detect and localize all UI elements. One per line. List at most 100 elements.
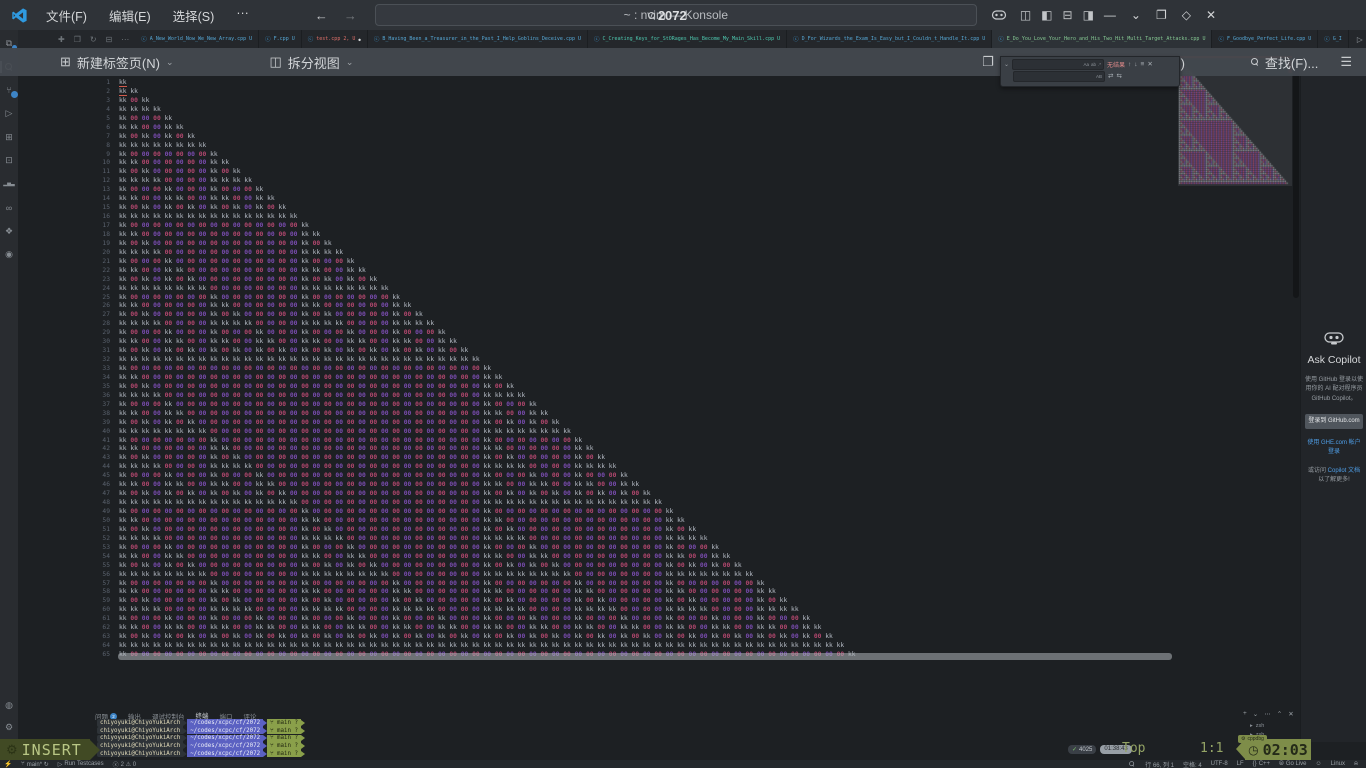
ghe-signin-link[interactable]: 使用 GHE.com 帐户登录 <box>1305 439 1363 457</box>
editor-tab[interactable]: ⓒF.cppU <box>259 30 302 48</box>
terminal-list-item[interactable]: ▸zsh <box>1250 721 1294 730</box>
refresh-icon[interactable]: ↻ <box>90 35 97 44</box>
toggle-panel-icon[interactable]: ⊟ <box>1063 8 1073 22</box>
new-terminal-icon[interactable]: + <box>1243 710 1247 718</box>
go-live[interactable]: ⦾Go Live <box>1279 761 1307 768</box>
minimize-button[interactable]: — <box>1104 8 1116 22</box>
line-number: 56 <box>86 571 110 580</box>
language-mode[interactable]: {}C++ <box>1253 761 1270 767</box>
prev-match-icon[interactable]: ↑ <box>1128 61 1131 68</box>
token: 00 <box>313 508 321 515</box>
token: kk <box>256 338 264 345</box>
token: kk <box>142 428 150 435</box>
maximize-panel-icon[interactable]: ⌃ <box>1277 710 1282 718</box>
run-file-icon[interactable]: ▷ <box>1357 35 1363 44</box>
match-case-icon[interactable]: Aa <box>1083 62 1089 67</box>
token: kk <box>484 490 492 497</box>
encoding[interactable]: UTF-8 <box>1211 761 1228 767</box>
vertical-scrollbar[interactable] <box>1293 58 1299 298</box>
github-icon[interactable]: ◉ <box>3 249 15 261</box>
chevron-down-icon[interactable]: ⌄ <box>1253 710 1258 718</box>
menu-item[interactable]: 编辑(E) <box>109 6 151 25</box>
tab-label: A_New_World_Now_We_New_Array.cpp <box>150 36 246 42</box>
search-indicator[interactable] <box>1128 760 1136 768</box>
copilot-icon[interactable] <box>991 7 1007 23</box>
horizontal-scrollbar[interactable] <box>118 653 1172 660</box>
replace-input[interactable]: AB <box>1013 71 1105 82</box>
copilot-docs-link[interactable]: Copilot 文档 <box>1328 468 1360 474</box>
toggle-primary-sidebar-icon[interactable]: ◧ <box>1041 8 1052 22</box>
pin-button[interactable]: ◇ <box>1182 8 1191 22</box>
editor-tab[interactable]: ⓒB_Having_Been_a_Treasurer_in_the_Past_I… <box>368 30 588 48</box>
new-tab-button[interactable]: ⊞ 新建标签页(N) ⌄ <box>60 53 174 72</box>
command-center[interactable]: ~ : nvim — Konsole 2072 <box>375 4 977 26</box>
editor-tab[interactable]: ⓒA_New_World_Now_We_New_Array.cppU <box>135 30 259 48</box>
token: kk <box>575 481 583 488</box>
nav-forward-button[interactable]: → <box>344 8 357 23</box>
collapse-icon[interactable]: ⊟ <box>106 35 113 44</box>
whole-word-icon[interactable]: ab <box>1091 62 1096 67</box>
replace-icon[interactable]: ⇄ <box>1108 72 1113 80</box>
split-view-button[interactable]: ◫ 拆分视图 ⌄ <box>270 53 354 72</box>
editor-tab[interactable]: ⓒF_Goodbye_Perfect_Life.cppU <box>1212 30 1318 48</box>
preserve-case-icon[interactable]: AB <box>1096 74 1102 79</box>
expand-replace-chevron[interactable]: ⌄ <box>1004 61 1009 68</box>
find-in-selection-icon[interactable]: ≡ <box>1141 61 1145 68</box>
nvim-buffer[interactable]: 1kk2kk kk3kk 00 kk4kk kk kk kk5kk 00 00 … <box>86 79 856 660</box>
close-panel-icon[interactable]: ✕ <box>1288 710 1293 718</box>
new-folder-icon[interactable]: ❐ <box>74 35 81 44</box>
settings-gear-icon[interactable]: ⚙ <box>3 721 15 733</box>
token: kk <box>484 642 492 649</box>
leetcode-icon[interactable]: ❖ <box>3 225 15 237</box>
problems-indicator[interactable]: ⓧ2 ⚠ 0 <box>113 760 136 768</box>
new-file-icon[interactable]: ✚ <box>58 35 65 44</box>
find-input[interactable]: Aa ab .* <box>1012 59 1104 70</box>
token: 00 <box>233 231 241 238</box>
close-button[interactable]: ✕ <box>1206 8 1216 22</box>
indentation[interactable]: 空格: 4 <box>1183 760 1202 768</box>
remote-explorer-icon[interactable]: ⊡ <box>3 155 15 167</box>
terminal-output[interactable]: chiyoyuki@ChiyoYukiArch~/codes/xcpc/cf/2… <box>97 719 305 757</box>
remote-indicator[interactable]: ⚡ <box>4 760 12 768</box>
account-icon[interactable]: ◍ <box>3 699 15 711</box>
run-testcases-button[interactable]: ▷Run Testcases <box>58 761 104 768</box>
git-branch-indicator[interactable]: ⑂main* ↻ <box>21 761 49 768</box>
replace-all-icon[interactable]: ⇆ <box>1116 72 1121 80</box>
regex-icon[interactable]: .* <box>1098 62 1101 67</box>
token: 00 <box>347 588 355 595</box>
editor-tab[interactable]: ⓒD_For_Wizards_the_Exam_Is_Easy_but_I_Co… <box>787 30 992 48</box>
more-button[interactable]: ⌄ <box>1131 8 1141 22</box>
os-indicator[interactable]: Linux <box>1331 761 1345 767</box>
nav-back-button[interactable]: ← <box>315 8 328 23</box>
editor-tab[interactable]: ⓒtest.cpp2, U● <box>302 30 368 48</box>
toggle-secondary-sidebar-icon[interactable]: ◨ <box>1083 8 1094 22</box>
next-match-icon[interactable]: ↓ <box>1134 61 1137 68</box>
menu-item[interactable]: ··· <box>236 6 249 25</box>
token: 00 <box>563 472 571 479</box>
close-find-icon[interactable]: ✕ <box>1147 60 1152 68</box>
editor-tab[interactable]: ⓒE_Do_You_Love_Your_Hero_and_His_Two_Hit… <box>992 30 1212 48</box>
notifications-bell[interactable]: ⍾ <box>1354 761 1358 768</box>
menu-item[interactable]: 文件(F) <box>46 6 87 25</box>
feedback[interactable]: ☺ <box>1316 761 1322 767</box>
maximize-button[interactable]: ❐ <box>1156 8 1167 22</box>
customize-layout-icon[interactable]: ◫ <box>1020 8 1031 22</box>
gitlens-icon[interactable]: ∞ <box>3 202 15 214</box>
source-control-icon[interactable]: ⑂ <box>3 84 15 96</box>
token: 00 <box>563 562 571 569</box>
github-signin-button[interactable]: 登录到 GitHub.com <box>1305 414 1363 429</box>
run-debug-icon[interactable]: ▷ <box>3 108 15 120</box>
more-icon[interactable]: ⋯ <box>1264 710 1271 718</box>
find-button[interactable]: 查找(F)... <box>1251 53 1318 72</box>
cursor-position[interactable]: 行 66, 列 1 <box>1145 760 1174 768</box>
more-icon[interactable]: ⋯ <box>121 35 129 44</box>
test-chart-icon[interactable]: ▂▅▃ <box>3 178 15 190</box>
editor-tab[interactable]: ⓒC_Creating_Keys_for_StORages_Has_Become… <box>588 30 787 48</box>
eol[interactable]: LF <box>1237 761 1244 767</box>
menu-item[interactable]: 选择(S) <box>173 6 215 25</box>
token: 00 <box>176 240 184 247</box>
editor-tab[interactable]: ⓒG_I <box>1318 30 1349 48</box>
hamburger-menu-button[interactable]: ☰ <box>1340 54 1352 70</box>
token: 00 <box>233 571 241 578</box>
extensions-icon[interactable]: ⊞ <box>3 131 15 143</box>
